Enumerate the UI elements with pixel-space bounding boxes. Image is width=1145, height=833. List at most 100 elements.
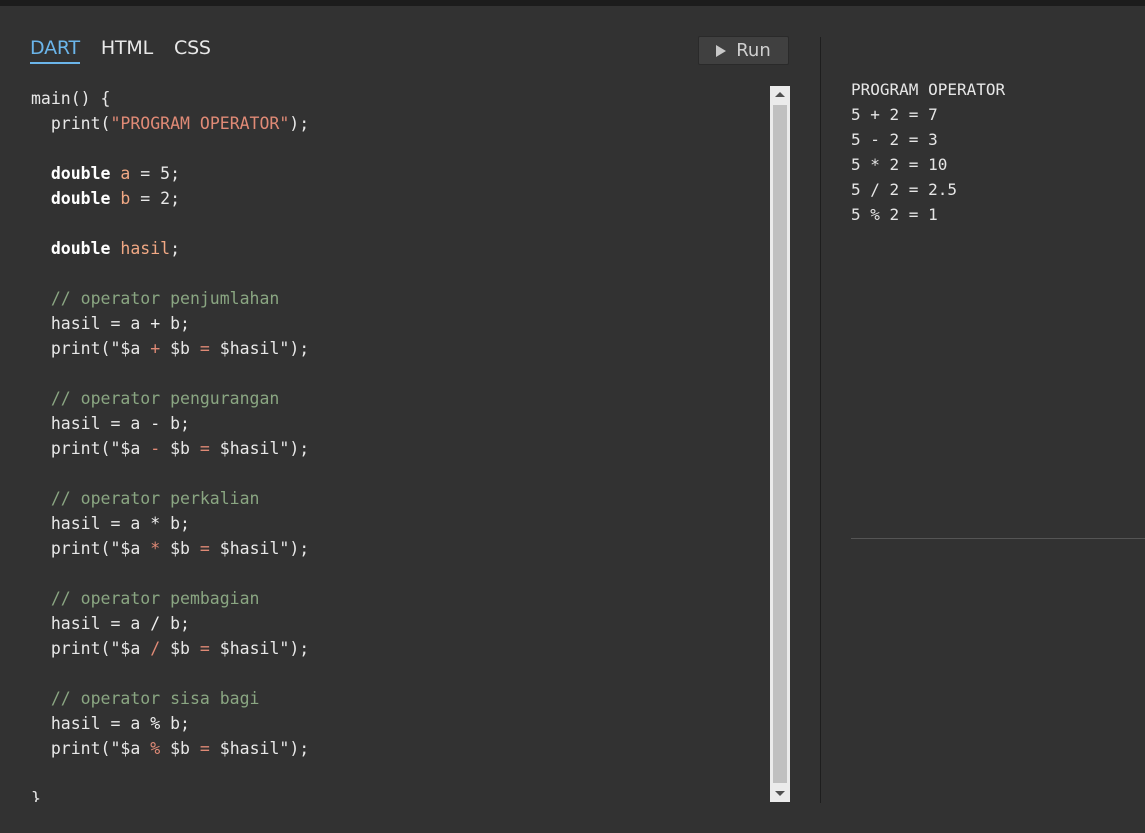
code-content[interactable]: main() { print("PROGRAM OPERATOR"); doub… — [31, 86, 309, 802]
code-token: main() { — [31, 89, 111, 108]
code-editor[interactable]: main() { print("PROGRAM OPERATOR"); doub… — [0, 86, 770, 802]
code-token: + — [150, 339, 161, 358]
code-line[interactable] — [31, 261, 309, 286]
code-token: = — [199, 539, 210, 558]
code-token: print("$a — [31, 339, 151, 358]
code-line[interactable]: print("$a % $b = $hasil"); — [31, 736, 309, 761]
code-token: // operator perkalian — [31, 489, 260, 508]
code-token: b — [120, 189, 131, 208]
run-button-label: Run — [736, 40, 771, 61]
code-token: = — [199, 639, 210, 658]
code-line[interactable] — [31, 561, 309, 586]
code-token: // operator penjumlahan — [31, 289, 280, 308]
code-line[interactable]: print("$a - $b = $hasil"); — [31, 436, 309, 461]
code-token: double — [50, 239, 111, 258]
code-line[interactable] — [31, 211, 309, 236]
code-token: $b — [160, 339, 200, 358]
code-line[interactable]: hasil = a % b; — [31, 711, 309, 736]
tab-html[interactable]: HTML — [101, 37, 153, 64]
code-token: hasil = a — [31, 314, 151, 333]
code-token: $b — [160, 439, 200, 458]
code-line[interactable]: main() { — [31, 86, 309, 111]
code-token: ); — [289, 114, 310, 133]
code-token: } — [31, 789, 41, 802]
code-line[interactable]: hasil = a * b; — [31, 511, 309, 536]
code-token: $b — [160, 539, 200, 558]
run-button[interactable]: Run — [698, 36, 789, 65]
code-token: $hasil"); — [209, 739, 310, 758]
code-token: - — [150, 414, 161, 433]
scroll-up-button[interactable] — [770, 86, 790, 103]
code-line[interactable]: print("$a * $b = $hasil"); — [31, 536, 309, 561]
code-token: % — [150, 714, 161, 733]
code-token: b; — [160, 314, 190, 333]
code-line[interactable]: // operator sisa bagi — [31, 686, 309, 711]
top-bar — [0, 0, 1145, 6]
output-line: 5 - 2 = 3 — [851, 130, 938, 149]
code-token: print("$a — [31, 639, 151, 658]
editor-scrollbar[interactable] — [770, 86, 790, 802]
code-line[interactable] — [31, 136, 309, 161]
code-line[interactable]: print("PROGRAM OPERATOR"); — [31, 111, 309, 136]
code-line[interactable] — [31, 761, 309, 786]
code-token: $b — [160, 639, 200, 658]
code-token: b; — [160, 514, 190, 533]
code-token: $hasil"); — [209, 539, 310, 558]
code-line[interactable]: // operator pengurangan — [31, 386, 309, 411]
code-token: print("$a — [31, 739, 151, 758]
code-line[interactable]: } — [31, 786, 309, 802]
code-token: hasil = a — [31, 514, 151, 533]
code-line[interactable]: hasil = a / b; — [31, 611, 309, 636]
code-token: b; — [160, 614, 190, 633]
code-token: * — [150, 539, 161, 558]
scrollbar-thumb[interactable] — [773, 105, 787, 783]
code-token: * — [150, 514, 161, 533]
code-token: b; — [160, 414, 190, 433]
code-line[interactable] — [31, 361, 309, 386]
code-token: + — [150, 314, 161, 333]
code-token: "PROGRAM OPERATOR" — [110, 114, 290, 133]
code-token: print("$a — [31, 539, 151, 558]
tab-css[interactable]: CSS — [174, 37, 211, 64]
console-output: PROGRAM OPERATOR 5 + 2 = 7 5 - 2 = 3 5 * 2 … — [851, 77, 1005, 227]
code-line[interactable]: // operator pembagian — [31, 586, 309, 611]
scroll-down-button[interactable] — [770, 785, 790, 802]
output-separator — [851, 538, 1145, 539]
code-line[interactable] — [31, 661, 309, 686]
code-line[interactable]: // operator perkalian — [31, 486, 309, 511]
code-line[interactable]: hasil = a - b; — [31, 411, 309, 436]
code-token: // operator pengurangan — [31, 389, 280, 408]
code-token: hasil = a — [31, 614, 151, 633]
code-token: % — [150, 739, 161, 758]
panel-divider[interactable] — [820, 37, 821, 803]
output-line: 5 * 2 = 10 — [851, 155, 948, 174]
code-line[interactable]: double a = 5; — [31, 161, 309, 186]
code-token: print( — [31, 114, 111, 133]
code-token: print("$a — [31, 439, 151, 458]
code-token: ; — [170, 239, 181, 258]
code-token: $hasil"); — [209, 639, 310, 658]
code-line[interactable]: double b = 2; — [31, 186, 309, 211]
code-token: = 5; — [130, 164, 181, 183]
tab-dart[interactable]: DART — [30, 37, 80, 64]
code-token: = — [199, 339, 210, 358]
code-token: $b — [160, 739, 200, 758]
code-token: / — [150, 639, 161, 658]
code-token: a — [120, 164, 131, 183]
code-line[interactable]: // operator penjumlahan — [31, 286, 309, 311]
code-line[interactable]: double hasil; — [31, 236, 309, 261]
output-line: 5 % 2 = 1 — [851, 205, 938, 224]
code-line[interactable]: hasil = a + b; — [31, 311, 309, 336]
code-line[interactable] — [31, 461, 309, 486]
arrow-up-icon — [775, 92, 785, 97]
code-line[interactable]: print("$a + $b = $hasil"); — [31, 336, 309, 361]
code-token: = — [199, 439, 210, 458]
play-icon — [716, 44, 727, 57]
code-line[interactable]: print("$a / $b = $hasil"); — [31, 636, 309, 661]
code-token: - — [150, 439, 161, 458]
